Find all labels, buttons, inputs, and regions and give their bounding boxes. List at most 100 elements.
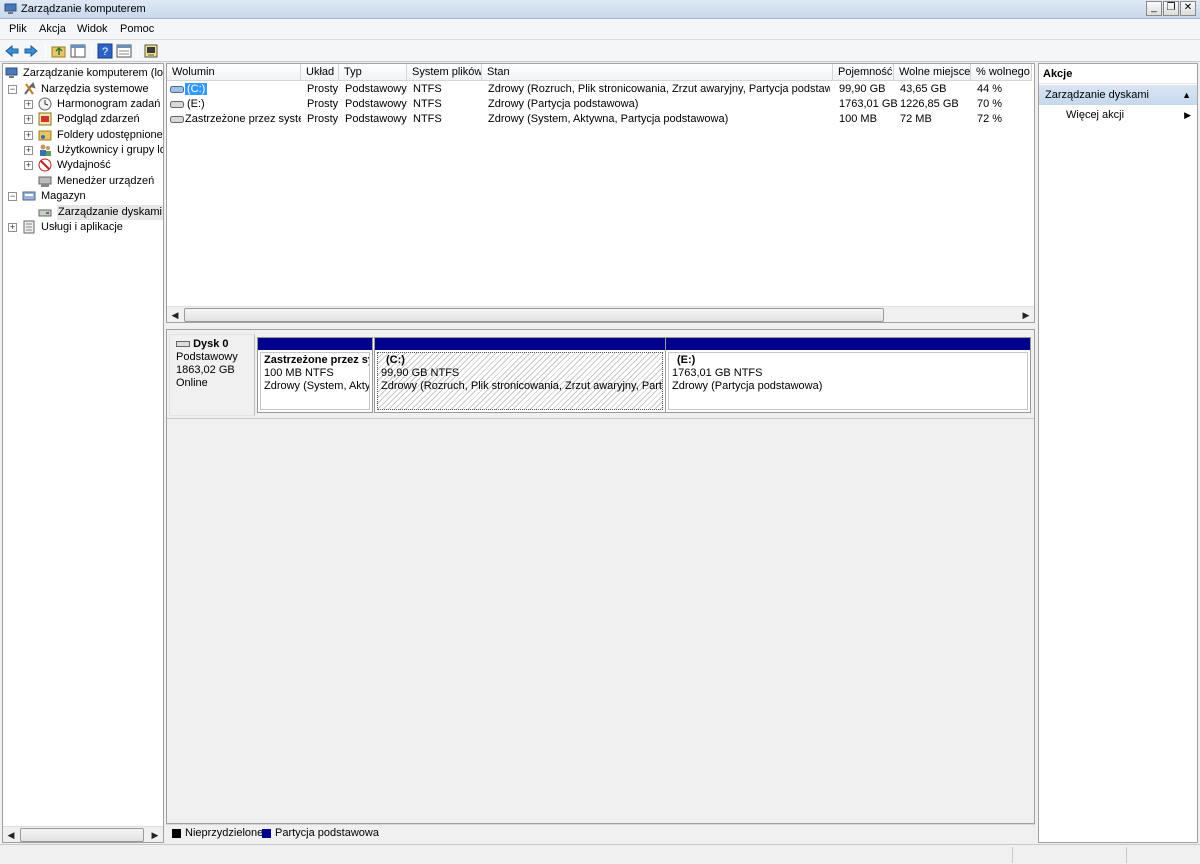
volume-capacity: 1763,01 GB — [839, 98, 898, 110]
table-row[interactable]: (E:) Prosty Podstawowy NTFS Zdrowy (Part… — [167, 97, 1032, 112]
toolbar-separator — [91, 43, 92, 59]
disk-icon — [176, 341, 190, 348]
volume-percent-free: 70 % — [977, 98, 1003, 110]
column-header-status[interactable]: Stan — [482, 64, 833, 81]
column-header-layout[interactable]: Układ — [301, 64, 339, 81]
toolbar-separator — [45, 43, 46, 59]
column-header-free-space[interactable]: Wolne miejsce — [894, 64, 971, 81]
volume-type: Podstawowy — [345, 98, 407, 110]
menu-widok[interactable]: Widok — [77, 23, 108, 35]
disk-row-divider — [167, 418, 1034, 419]
table-row[interactable]: (C:) Prosty Podstawowy NTFS Zdrowy (Rozr… — [167, 82, 1032, 97]
volume-name: Zastrzeżone przez system — [185, 113, 301, 125]
minimize-button[interactable]: _ — [1146, 1, 1162, 16]
storage-icon — [22, 191, 36, 201]
console-tree-icon[interactable] — [70, 43, 86, 59]
shared-folder-icon — [38, 130, 52, 141]
scroll-right-icon[interactable]: ▶ — [147, 827, 163, 842]
legend-swatch-primary — [262, 829, 271, 838]
menu-pomoc[interactable]: Pomoc — [120, 23, 154, 35]
legend-label-primary: Partycja podstawowa — [275, 827, 379, 839]
collapse-up-icon[interactable]: ▲ — [1182, 85, 1191, 105]
column-header-capacity[interactable]: Pojemność — [833, 64, 894, 81]
menu-plik[interactable]: Plik — [9, 23, 27, 35]
more-actions-item[interactable]: Więcej akcji ▶ — [1039, 106, 1197, 124]
device-manager-icon — [38, 176, 52, 187]
more-actions-label: Więcej akcji — [1066, 109, 1125, 121]
partition-type-bar — [666, 338, 1030, 350]
volume-name: (C:) — [185, 83, 208, 95]
collapse-icon[interactable]: − — [8, 192, 17, 201]
volume-status: Zdrowy (System, Aktywna, Partycja podsta… — [488, 113, 729, 125]
scroll-left-icon[interactable]: ◀ — [167, 307, 183, 322]
partition-c[interactable]: (C:) 99,90 GB NTFS Zdrowy (Rozruch, Plik… — [374, 337, 666, 413]
expand-icon[interactable]: + — [24, 131, 33, 140]
title-bar: Zarządzanie komputerem _ ❐ ✕ — [0, 0, 1200, 19]
computer-management-icon — [4, 3, 17, 14]
table-row[interactable]: Zastrzeżone przez system Prosty Podstawo… — [167, 112, 1032, 127]
partition-e[interactable]: (E:) 1763,01 GB NTFS Zdrowy (Partycja po… — [665, 337, 1031, 413]
folder-up-icon[interactable] — [51, 43, 67, 59]
partition-size: 1763,01 GB NTFS — [672, 367, 763, 379]
export-icon[interactable] — [143, 43, 159, 59]
clock-icon — [38, 97, 52, 111]
svg-text:?: ? — [102, 46, 108, 58]
partition-status: Zdrowy (Rozruch, Plik stronicowania, Zrz… — [381, 380, 663, 392]
volume-free-space: 72 MB — [900, 113, 932, 125]
scrollbar-thumb[interactable] — [184, 308, 884, 322]
partition-title: (E:) — [677, 354, 696, 366]
drive-icon — [170, 86, 184, 93]
properties-icon[interactable] — [116, 43, 132, 59]
column-header-type[interactable]: Typ — [339, 64, 407, 81]
window-title: Zarządzanie komputerem — [21, 3, 146, 15]
volume-free-space: 43,65 GB — [900, 83, 947, 95]
collapse-icon[interactable]: − — [8, 85, 17, 94]
restore-button[interactable]: ❐ — [1163, 1, 1179, 16]
disk-map: Dysk 0 Podstawowy 1863,02 GB Online Zast… — [166, 329, 1035, 824]
legend-swatch-unallocated — [172, 829, 181, 838]
column-header-filesystem[interactable]: System plików — [407, 64, 482, 81]
computer-management-icon — [5, 67, 18, 78]
close-button[interactable]: ✕ — [1180, 1, 1196, 16]
scroll-right-icon[interactable]: ▶ — [1018, 307, 1034, 322]
submenu-arrow-icon: ▶ — [1184, 110, 1191, 120]
event-viewer-icon — [38, 112, 52, 126]
partition-status: Zdrowy (System, Aktyw — [264, 380, 370, 392]
actions-header: Akcje — [1039, 64, 1197, 84]
status-segment — [1126, 847, 1198, 863]
services-icon — [23, 220, 35, 234]
partition-size: 100 MB NTFS — [264, 367, 334, 379]
volume-filesystem: NTFS — [413, 83, 442, 95]
disk-state: Online — [176, 377, 208, 389]
actions-section-label: Zarządzanie dyskami — [1045, 89, 1149, 101]
disk-info-box[interactable]: Dysk 0 Podstawowy 1863,02 GB Online — [169, 334, 255, 416]
partition-system-reserved[interactable]: Zastrzeżone przez sys 100 MB NTFS Zdrowy… — [257, 337, 373, 413]
help-icon[interactable]: ? — [97, 43, 113, 59]
actions-section-disk-management[interactable]: Zarządzanie dyskami ▲ — [1039, 85, 1197, 105]
volume-filesystem: NTFS — [413, 113, 442, 125]
scrollbar-thumb[interactable] — [20, 828, 144, 842]
expand-icon[interactable]: + — [24, 146, 33, 155]
expand-icon[interactable]: + — [24, 115, 33, 124]
toolbar-separator — [137, 43, 138, 59]
scroll-left-icon[interactable]: ◀ — [3, 827, 19, 842]
volume-layout: Prosty — [307, 83, 339, 95]
partition-title: (C:) — [386, 354, 405, 366]
volume-type: Podstawowy — [345, 83, 407, 95]
volume-list: Wolumin Układ Typ System plików Stan Poj… — [166, 63, 1035, 323]
drive-icon — [170, 116, 184, 123]
arrow-right-icon[interactable] — [23, 43, 39, 59]
legend-label-unallocated: Nieprzydzielone — [185, 827, 264, 839]
menu-akcja[interactable]: Akcja — [39, 23, 66, 35]
volume-list-horizontal-scrollbar[interactable]: ◀ ▶ — [167, 306, 1034, 322]
column-header-percent-free[interactable]: % wolnego — [971, 64, 1032, 81]
legend: Nieprzydzielone Partycja podstawowa — [166, 824, 1035, 842]
expand-icon[interactable]: + — [8, 223, 17, 232]
expand-icon[interactable]: + — [24, 161, 33, 170]
expand-icon[interactable]: + — [24, 100, 33, 109]
arrow-left-icon[interactable] — [4, 43, 20, 59]
volume-type: Podstawowy — [345, 113, 407, 125]
tree-horizontal-scrollbar[interactable]: ◀ ▶ — [3, 826, 163, 842]
column-header-volume[interactable]: Wolumin — [167, 64, 301, 81]
volume-layout: Prosty — [307, 98, 339, 110]
